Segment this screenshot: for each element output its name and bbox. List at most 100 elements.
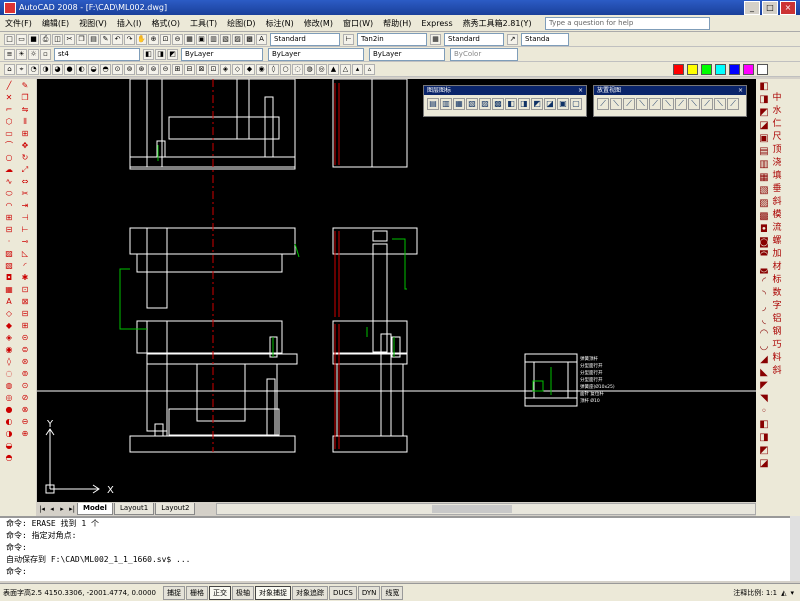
lineweight-select[interactable]: ByLayer [369,47,445,61]
menu-express[interactable]: Express [416,19,457,28]
fillet-icon[interactable]: ◜ [19,261,31,271]
layer-states-icon[interactable]: ◩ [167,48,178,60]
markup-icon[interactable]: ▨ [232,33,243,45]
annotation-scale[interactable]: 注释比例: 1:1 [733,588,777,598]
tool-icon-31[interactable]: ▵ [364,63,375,75]
mold-tool-icon[interactable]: ◧ [758,81,770,92]
paste-icon[interactable]: ▤ [88,33,99,45]
view-tool-icon-7[interactable]: ⟋ [675,98,687,110]
place-view-floating-toolbar[interactable]: 放置视图 × ⟋ ⟍ ⟋ ⟍ ⟋ ⟍ ⟋ ⟍ ⟋ ⟍ ⟋ [593,85,747,117]
region-icon[interactable]: ◘ [3,273,15,283]
right-tool-liu[interactable]: 流 [771,223,783,234]
mold-tool-icon[interactable]: ◧ [758,419,770,430]
draw-extra-icon-4[interactable]: ◉ [3,345,15,355]
menu-yanxiu-toolbox[interactable]: 燕秀工具箱2.81(Y) [458,18,537,29]
close-icon[interactable]: × [578,86,583,95]
right-tool-liao[interactable]: 料 [771,353,783,364]
view-tool-icon-3[interactable]: ⟋ [623,98,635,110]
mtext-icon[interactable]: A [3,297,15,307]
layer-tool-icon-7[interactable]: ◧ [505,98,517,110]
scrollbar-thumb[interactable] [432,505,513,513]
tool-icon-10[interactable]: ⊙ [112,63,123,75]
polyline-icon[interactable]: ⌐ [3,105,15,115]
tab-layout1[interactable]: Layout1 [113,503,155,515]
osnap-toggle[interactable]: 对象捕捉 [255,585,291,600]
ellipse-icon[interactable]: ⬭ [3,189,15,199]
right-tool-zi[interactable]: 字 [771,301,783,312]
tool-icon-30[interactable]: ▴ [352,63,363,75]
print-icon[interactable]: ⎙ [40,33,51,45]
view-tool-icon-9[interactable]: ⟋ [701,98,713,110]
annotation-visibility-icon[interactable]: ◭ [781,589,786,597]
tray-settings-icon[interactable]: ▾ [790,589,794,597]
menu-file[interactable]: 文件(F) [0,18,37,29]
modify-extra-icon-5[interactable]: ⊝ [19,333,31,343]
mold-tool-icon[interactable]: ◪ [758,120,770,131]
tab-prev-icon[interactable]: ◂ [47,505,57,513]
erase-icon[interactable]: ✎ [19,81,31,91]
right-tool-ding[interactable]: 顶 [771,145,783,156]
view-tool-icon-10[interactable]: ⟍ [714,98,726,110]
rotate-icon[interactable]: ↻ [19,153,31,163]
circle-icon[interactable]: ○ [3,153,15,163]
grid-toggle[interactable]: 栅格 [186,585,208,600]
mold-tool-icon[interactable]: ◙ [758,237,770,248]
tab-last-icon[interactable]: ▸| [67,505,77,513]
layer-tool-icon-10[interactable]: ◪ [544,98,556,110]
color-swatch-green[interactable] [701,63,712,75]
hatch-icon[interactable]: ▨ [3,249,15,259]
right-tool-xie2[interactable]: 斜 [771,366,783,377]
menu-insert[interactable]: 插入(I) [112,18,147,29]
otrack-toggle[interactable]: 对象追踪 [292,585,328,600]
close-icon[interactable]: × [738,86,743,95]
command-prompt-input[interactable]: 命令: [6,566,790,578]
right-tool-gang[interactable]: 钢 [771,327,783,338]
tool-icon-3[interactable]: ◔ [28,63,39,75]
tool-icon-5[interactable]: ◕ [52,63,63,75]
view-tool-icon-11[interactable]: ⟋ [727,98,739,110]
new-icon[interactable]: □ [4,33,15,45]
mold-tool-icon[interactable]: ◘ [758,224,770,235]
right-tool-mo[interactable]: 模 [771,210,783,221]
layer-previous-icon[interactable]: ◨ [155,48,166,60]
construction-line-icon[interactable]: ✕ [3,93,15,103]
draw-extra-icon-3[interactable]: ◈ [3,333,15,343]
right-tool-shui[interactable]: 水 [771,106,783,117]
tab-first-icon[interactable]: |◂ [37,505,47,513]
tool-icon-12[interactable]: ⊛ [136,63,147,75]
chamfer-icon[interactable]: ◺ [19,249,31,259]
modify-extra-icon-1[interactable]: ⊡ [19,285,31,295]
table-style-select[interactable]: Standard [444,32,504,46]
draw-extra-icon-9[interactable]: ● [3,405,15,415]
tool-icon-14[interactable]: ⊝ [160,63,171,75]
draw-extra-icon-2[interactable]: ◆ [3,321,15,331]
tab-layout2[interactable]: Layout2 [155,503,196,515]
mold-tool-icon[interactable]: ▩ [758,211,770,222]
stretch-icon[interactable]: ⇔ [19,177,31,187]
color-swatch-yellow[interactable] [687,63,698,75]
break-icon[interactable]: ⊢ [19,225,31,235]
view-tool-icon-5[interactable]: ⟋ [649,98,661,110]
menu-view[interactable]: 视图(V) [74,18,112,29]
tool-icon-27[interactable]: ◎ [316,63,327,75]
right-tool-xie[interactable]: 斜 [771,197,783,208]
linetype-select[interactable]: ByLayer [268,47,364,61]
menu-modify[interactable]: 修改(M) [299,18,338,29]
modify-extra-icon-6[interactable]: ⊜ [19,345,31,355]
right-tool-jia[interactable]: 加 [771,249,783,260]
tool-icon-18[interactable]: ⊡ [208,63,219,75]
mold-tool-icon[interactable]: ◣ [758,367,770,378]
draw-extra-icon-12[interactable]: ◒ [3,441,15,451]
layer-tool-icon-6[interactable]: ▩ [492,98,504,110]
layer-tool-icon-11[interactable]: ▣ [557,98,569,110]
modify-extra-icon-2[interactable]: ⊠ [19,297,31,307]
array-icon[interactable]: ⊞ [19,129,31,139]
mold-tool-icon[interactable]: ◡ [758,341,770,352]
horizontal-scrollbar[interactable] [216,503,756,515]
mold-tool-icon[interactable]: ▧ [758,185,770,196]
tool-palettes-icon[interactable]: ▥ [208,33,219,45]
draw-extra-icon-5[interactable]: ◊ [3,357,15,367]
dim-style-select[interactable]: Tan2in [357,32,427,46]
design-center-icon[interactable]: ▣ [196,33,207,45]
cut-icon[interactable]: ✂ [64,33,75,45]
